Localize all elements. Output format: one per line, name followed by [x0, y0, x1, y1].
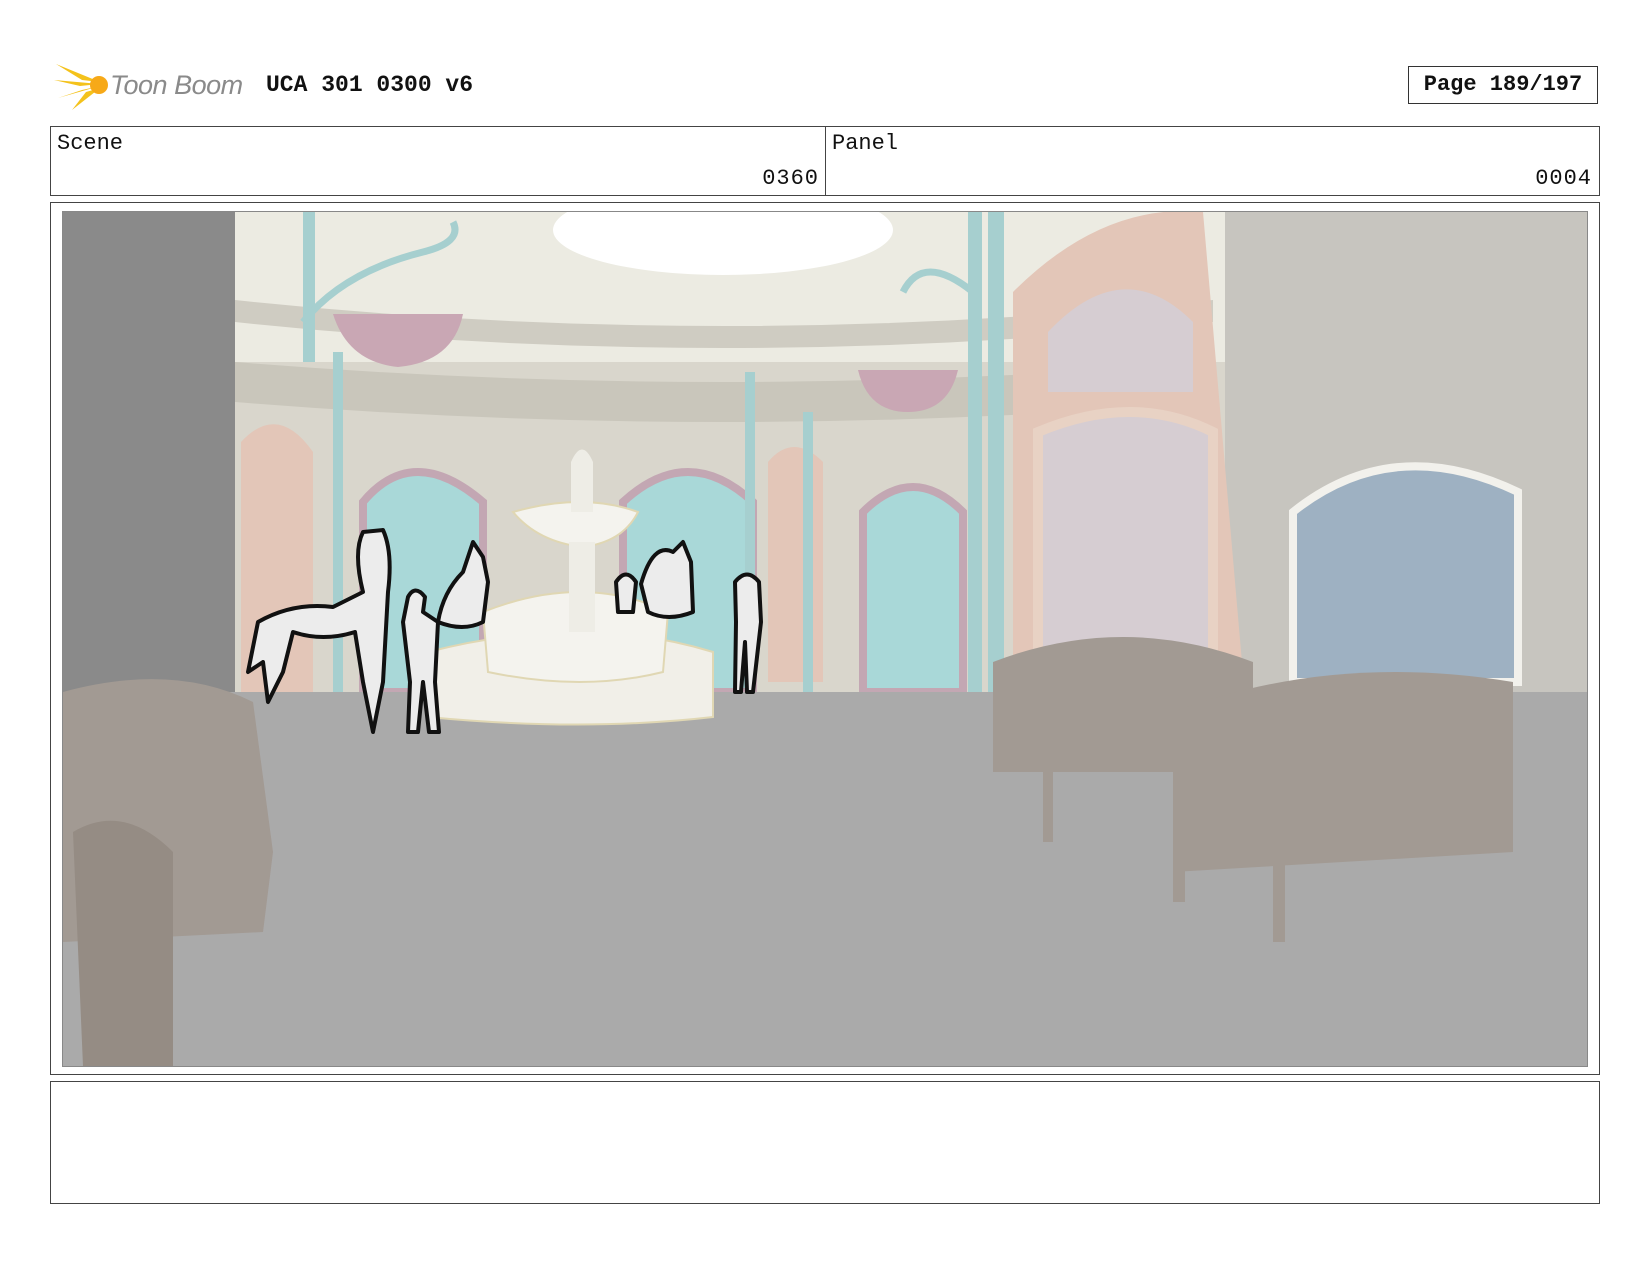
panel-number: 0004: [1535, 166, 1592, 191]
toon-boom-logo: Toon Boom: [52, 58, 252, 114]
logo-text: Toon Boom: [110, 70, 243, 100]
bench-left-chair: [73, 820, 173, 1066]
figure-back: [614, 572, 638, 614]
teal-post: [333, 352, 343, 702]
panel-cell: Panel 0004: [826, 127, 1598, 195]
bench-leg: [1173, 812, 1185, 902]
teal-post: [303, 212, 315, 362]
bench-leg: [1043, 752, 1053, 842]
teal-post: [968, 212, 982, 772]
panel-label: Panel: [832, 131, 899, 156]
page-number: Page 189/197: [1408, 66, 1598, 104]
burst-icon: [54, 64, 108, 110]
notes-box: [50, 1081, 1600, 1204]
panel-image: [62, 211, 1588, 1067]
door-center: [768, 447, 823, 682]
scene-label: Scene: [57, 131, 124, 156]
scene-panel-row: Scene 0360 Panel 0004: [50, 126, 1600, 196]
dark-pillar: [63, 212, 235, 692]
window-white-frame: [1289, 462, 1522, 686]
fountain-column: [569, 542, 595, 632]
panel-frame: [50, 202, 1600, 1075]
scene-number: 0360: [762, 166, 819, 191]
storyboard-illustration: [63, 212, 1587, 1066]
teal-post: [803, 412, 813, 692]
bench-right: [1173, 672, 1513, 872]
bench-leg: [1273, 832, 1285, 942]
arch-panel: [1033, 407, 1218, 672]
fountain-finial: [571, 449, 593, 512]
document-title: UCA 301 0300 v6: [266, 72, 474, 98]
window-right: [859, 483, 967, 696]
scene-cell: Scene 0360: [51, 127, 826, 195]
